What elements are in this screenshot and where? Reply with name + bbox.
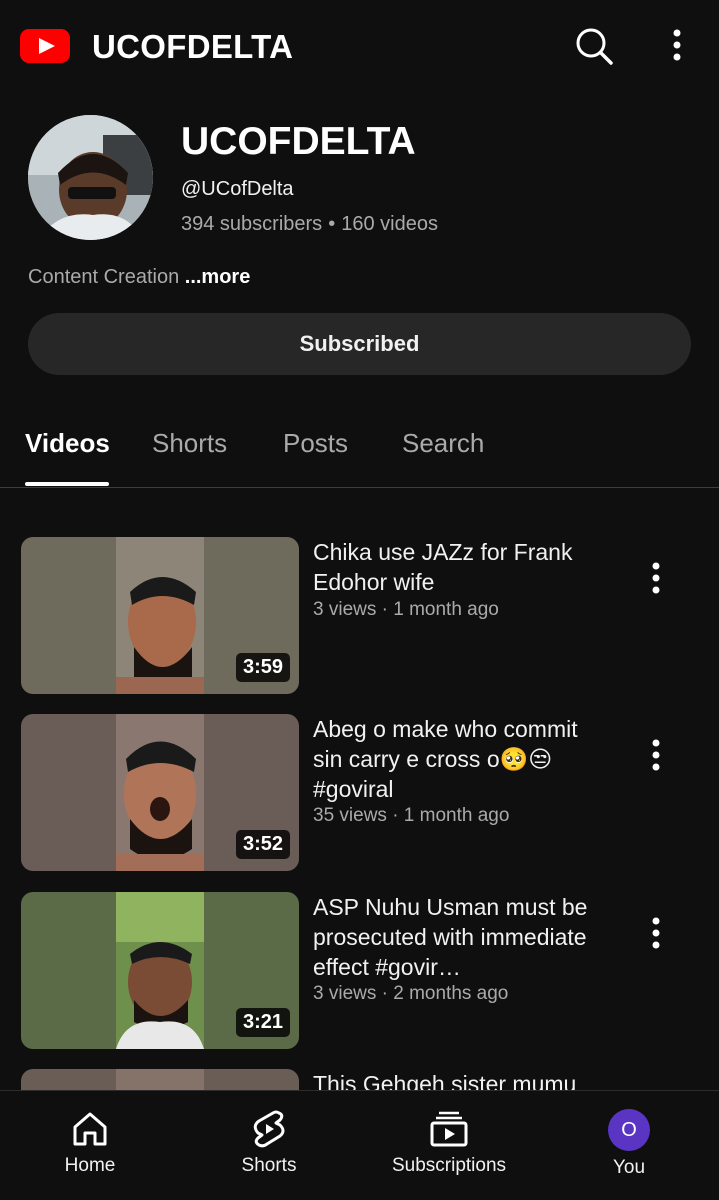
nav-subscriptions-label: Subscriptions — [391, 1155, 507, 1176]
shorts-icon — [253, 1110, 285, 1148]
video-duration: 3:21 — [235, 1008, 290, 1037]
thumbnail-image — [116, 892, 204, 1049]
tab-shorts[interactable]: Shorts — [152, 428, 227, 459]
channel-description[interactable]: Content Creation ...more — [28, 266, 250, 289]
video-meta: 3 views · 2 months ago — [313, 983, 509, 1004]
tab-videos[interactable]: Videos — [25, 428, 110, 459]
nav-you-label: You — [612, 1157, 646, 1178]
top-app-bar: UCOFDELTA — [0, 0, 719, 94]
video-title[interactable]: ASP Nuhu Usman must be prosecuted with i… — [313, 892, 613, 982]
more-vert-icon[interactable] — [665, 28, 689, 64]
active-tab-indicator — [25, 482, 109, 486]
video-meta: 35 views · 1 month ago — [313, 805, 510, 826]
tab-search[interactable]: Search — [402, 428, 484, 459]
nav-shorts-label: Shorts — [241, 1155, 297, 1176]
channel-avatar[interactable] — [28, 115, 153, 240]
thumbnail-image — [116, 537, 204, 694]
description-text: Content Creation — [28, 266, 180, 288]
nav-home-label: Home — [64, 1155, 116, 1176]
video-title[interactable]: Chika use JAZz for Frank Edohor wife — [313, 537, 613, 597]
subscribed-button[interactable]: Subscribed — [28, 313, 691, 375]
video-title[interactable]: Abeg o make who commit sin carry e cross… — [313, 714, 613, 804]
nav-you[interactable]: O You — [559, 1109, 699, 1179]
video-thumbnail[interactable]: 3:21 — [21, 892, 299, 1049]
channel-handle: @UCofDelta — [181, 178, 294, 200]
youtube-logo-icon[interactable] — [20, 29, 70, 63]
search-icon[interactable] — [574, 26, 614, 66]
video-meta: 3 views · 1 month ago — [313, 599, 499, 620]
video-thumbnail[interactable]: 3:52 — [21, 714, 299, 871]
video-more-icon[interactable] — [645, 916, 667, 952]
channel-name: UCOFDELTA — [181, 120, 416, 163]
video-thumbnail[interactable]: 3:59 — [21, 537, 299, 694]
video-item[interactable]: 3:59 Chika use JAZz for Frank Edohor wif… — [0, 537, 719, 695]
thumbnail-image — [116, 714, 204, 871]
channel-stats: 394 subscribers • 160 videos — [181, 213, 438, 236]
bottom-navigation: Home Shorts Subscriptions O You — [0, 1090, 719, 1200]
nav-home[interactable]: Home — [20, 1109, 160, 1177]
video-more-icon[interactable] — [645, 561, 667, 597]
video-item[interactable]: 3:52 Abeg o make who commit sin carry e … — [0, 714, 719, 872]
app-title: UCOFDELTA — [92, 28, 294, 65]
separator-dot: • — [328, 213, 336, 235]
subscriber-count: 394 subscribers — [181, 213, 323, 235]
video-item[interactable]: 3:21 ASP Nuhu Usman must be prosecuted w… — [0, 892, 719, 1050]
video-more-icon[interactable] — [645, 738, 667, 774]
subscriptions-icon — [430, 1111, 468, 1147]
video-duration: 3:52 — [235, 830, 290, 859]
channel-tabs: Videos Shorts Posts Search — [0, 408, 719, 488]
nav-shorts[interactable]: Shorts — [199, 1109, 339, 1177]
tab-posts[interactable]: Posts — [283, 428, 348, 459]
more-link[interactable]: ...more — [185, 266, 251, 288]
nav-subscriptions[interactable]: Subscriptions — [379, 1109, 519, 1177]
avatar-image — [28, 115, 153, 240]
avatar: O — [608, 1109, 650, 1151]
home-icon — [73, 1112, 107, 1146]
video-count: 160 videos — [341, 213, 438, 235]
video-duration: 3:59 — [235, 653, 290, 682]
